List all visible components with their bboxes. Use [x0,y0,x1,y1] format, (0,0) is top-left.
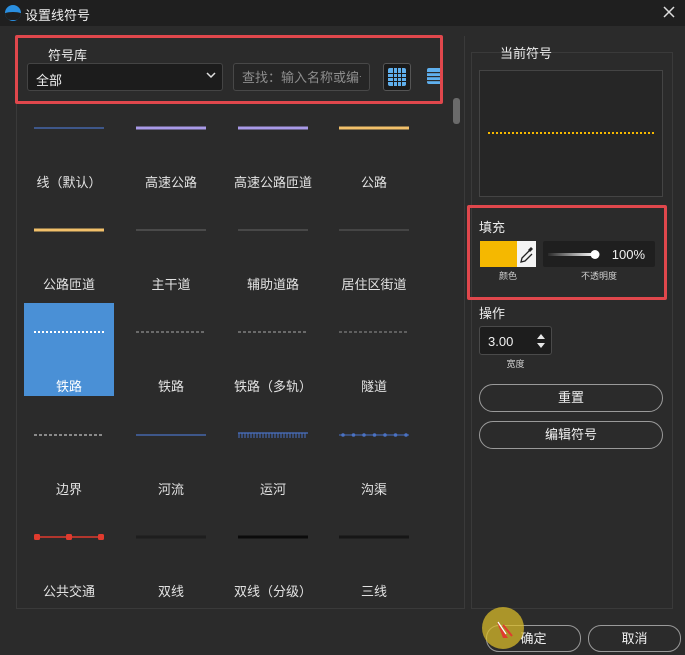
preview-line [488,132,655,134]
fill-highlight-box [467,205,667,300]
symbol-item[interactable]: 双线 [126,508,216,601]
symbol-item[interactable]: 主干道 [126,201,216,294]
symbol-item[interactable]: 沟渠 [329,406,419,499]
symbol-item[interactable]: 双线（分级） [228,508,318,601]
stepper-arrows-icon[interactable] [535,331,547,351]
symbol-label: 公路 [360,175,387,190]
symbol-item[interactable]: 河流 [126,406,216,499]
library-highlight-box [15,35,443,104]
symbol-grid-scrollbar[interactable] [452,96,460,608]
width-stepper[interactable]: 3.00 [479,326,552,355]
symbol-label: 公路匝道 [42,277,95,292]
symbol-label: 高速公路匝道 [233,175,312,190]
symbol-line-preview [34,127,104,129]
symbol-item[interactable]: 公路 [329,104,419,192]
symbol-item[interactable]: 运河 [228,406,318,499]
symbol-line-preview [238,535,308,539]
symbol-line-preview [238,229,308,231]
symbol-item[interactable]: 三线 [329,508,419,601]
scrollbar-thumb[interactable] [453,98,460,124]
symbol-line-preview [238,126,308,130]
current-symbol-title: 当前符号 [500,46,553,61]
symbol-item[interactable]: 辅助道路 [228,201,318,294]
symbol-line-preview [339,126,409,130]
title-bar: 设置线符号 [0,0,685,26]
symbol-label: 河流 [157,482,184,497]
symbol-line-preview [339,331,409,333]
symbol-line-preview [136,434,206,436]
reset-button[interactable]: 重置 [479,384,663,412]
close-icon [663,6,675,18]
symbol-label: 三线 [360,584,387,599]
cursor-icon [497,621,513,638]
symbol-line-preview [34,534,104,540]
symbol-label: 沟渠 [360,482,387,497]
symbol-label: 辅助道路 [246,277,299,292]
symbol-label: 居住区街道 [341,277,407,292]
width-label: 宽度 [506,359,525,369]
symbol-line-preview [136,535,206,539]
symbol-item[interactable]: 公路匝道 [24,201,114,294]
symbol-label: 隧道 [360,379,387,394]
width-value: 3.00 [488,334,514,349]
symbol-label: 线（默认） [36,175,102,190]
symbol-label: 双线（分级） [233,584,312,599]
symbol-label: 铁路 [157,379,184,394]
symbol-line-preview [136,126,206,130]
symbol-item[interactable]: 高速公路匝道 [228,104,318,192]
window-title: 设置线符号 [25,8,91,23]
symbol-item[interactable]: 高速公路 [126,104,216,192]
symbol-item[interactable]: 边界 [24,406,114,499]
symbol-line-preview [34,434,104,436]
symbol-line-preview [339,229,409,231]
symbol-item[interactable]: 铁路（多轨） [228,303,318,396]
symbol-item[interactable]: 公共交通 [24,508,114,601]
symbol-line-preview [339,535,409,539]
app-logo-icon [5,5,21,21]
symbol-preview [479,70,663,197]
symbol-line-preview [339,433,409,437]
symbol-label: 铁路（多轨） [233,379,312,394]
symbol-label: 双线 [157,584,184,599]
symbol-label: 主干道 [151,277,191,292]
symbol-line-preview [136,229,206,231]
cancel-button[interactable]: 取消 [588,625,681,652]
symbol-item[interactable]: 线（默认） [24,104,114,192]
symbol-line-preview [34,331,104,333]
symbol-item[interactable]: 隧道 [329,303,419,396]
symbol-line-preview [238,331,308,333]
symbol-line-preview [136,331,206,333]
symbol-label: 高速公路 [144,175,197,190]
symbol-line-preview [34,228,104,232]
symbol-line-preview [238,432,308,438]
symbol-label: 边界 [55,482,82,497]
close-button[interactable] [659,2,679,22]
symbol-label: 运河 [259,482,286,497]
symbol-item[interactable]: 居住区街道 [329,201,419,294]
symbol-item[interactable]: 铁路 [126,303,216,396]
operation-section-title: 操作 [479,306,506,321]
symbol-grid: 线（默认） 高速公路 高速公路匝道 公路公路匝道 主干道 辅助道路 居住区街道铁路 铁路 铁路（… [18,104,448,608]
edit-symbol-button[interactable]: 编辑符号 [479,421,663,449]
symbol-label: 铁路 [55,379,82,394]
symbol-item[interactable]: 铁路 [24,303,114,396]
symbol-label: 公共交通 [42,584,95,599]
